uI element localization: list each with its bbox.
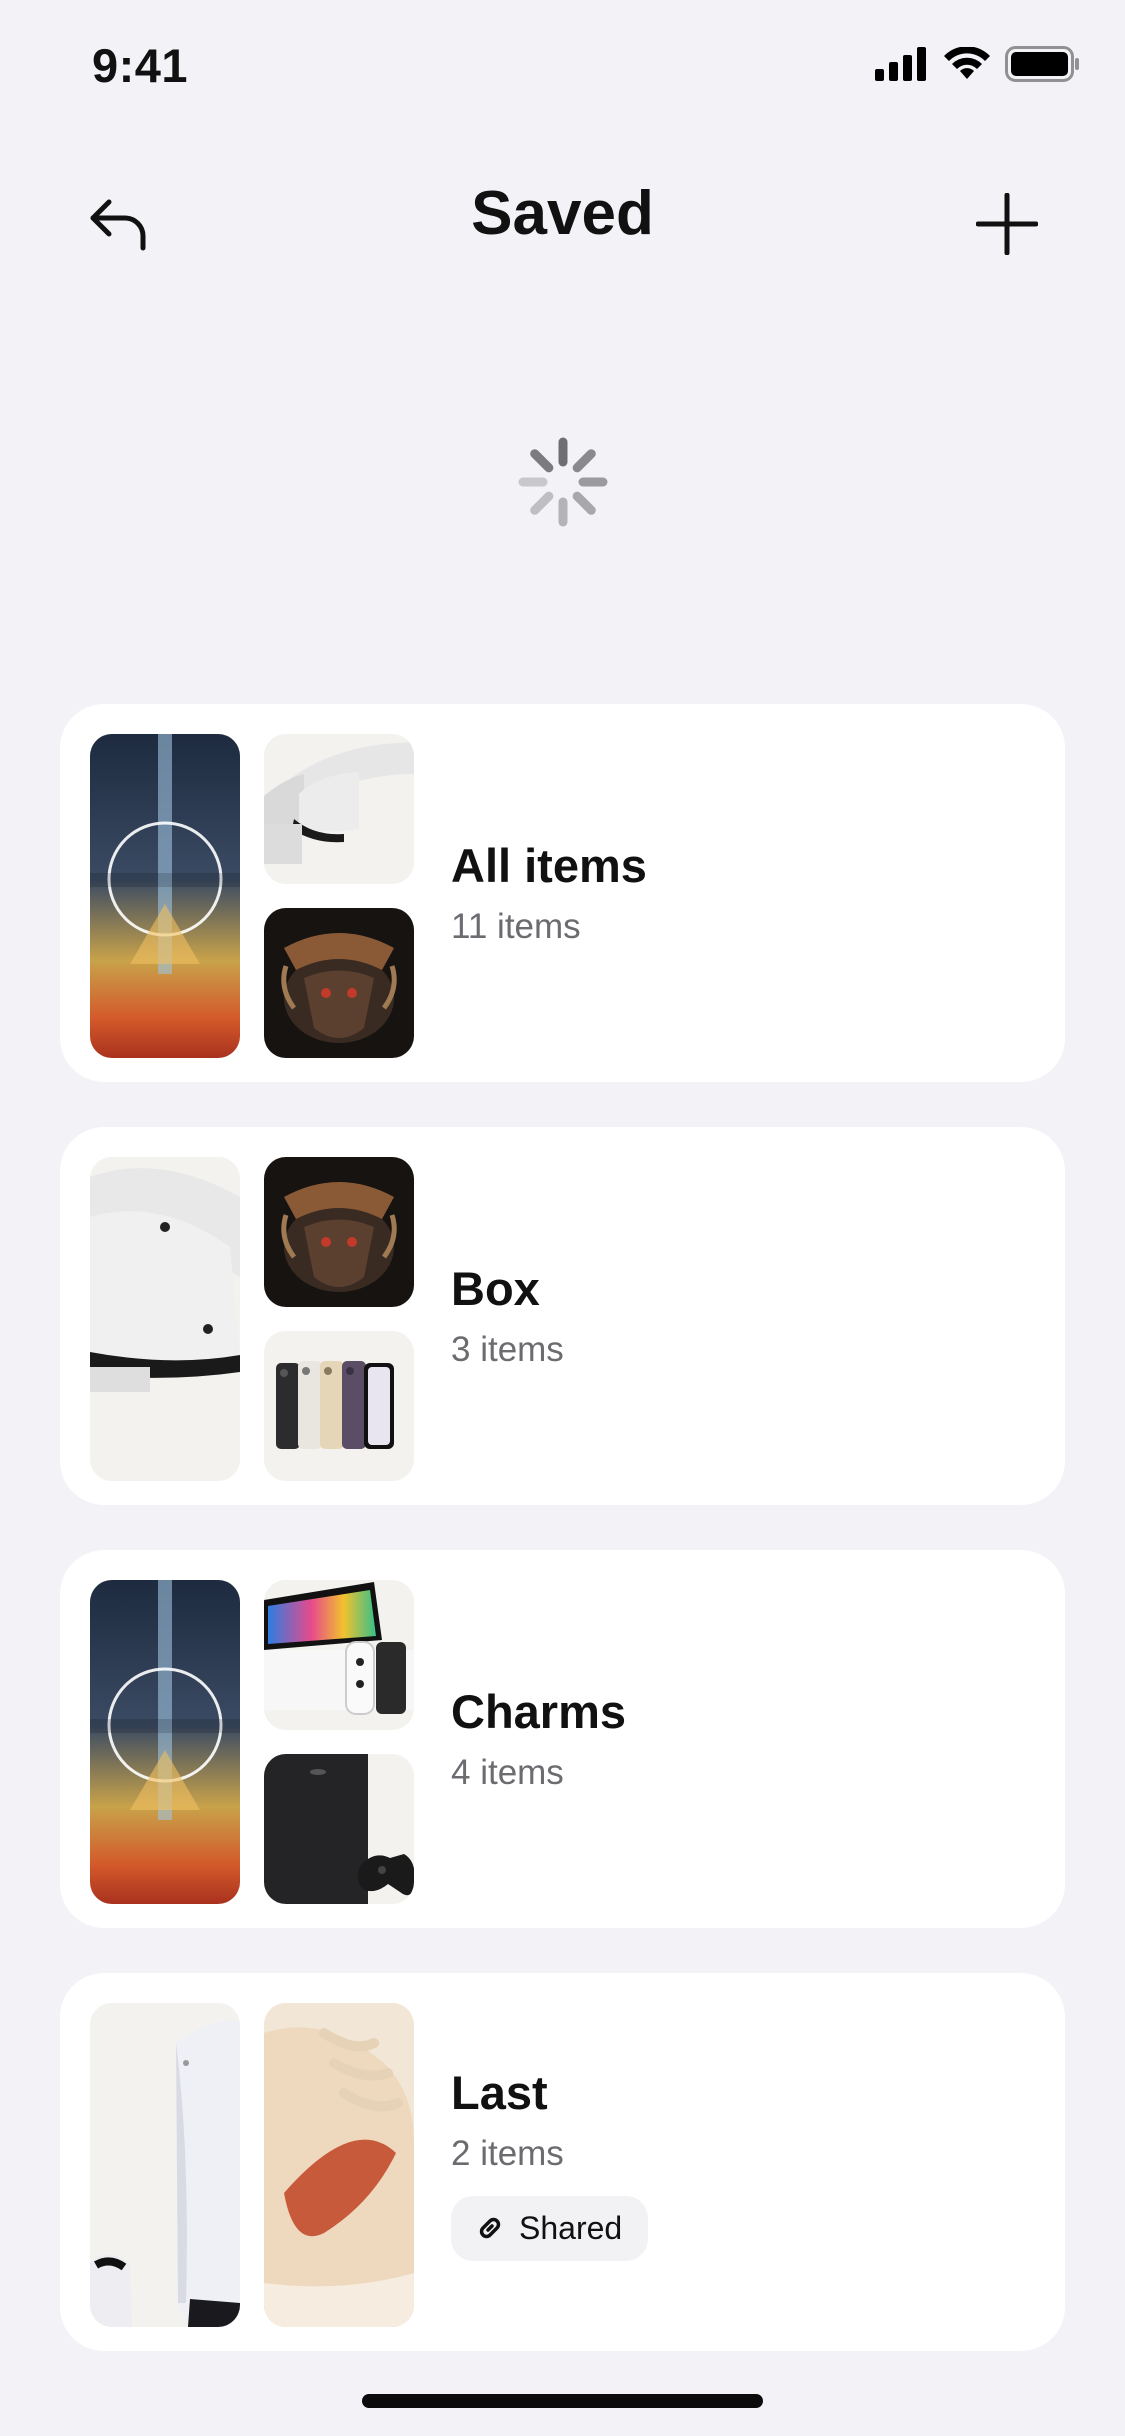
collection-card-charms[interactable]: Charms 4 items <box>60 1550 1065 1928</box>
shared-badge-label: Shared <box>519 2209 623 2246</box>
status-bar: 9:41 <box>0 0 1125 140</box>
iphone-lineup-thumbnail <box>264 1331 414 1481</box>
collection-card-box[interactable]: Box 3 items <box>60 1127 1065 1505</box>
collection-item-count: 2 items <box>451 2133 564 2173</box>
collection-title: Last <box>451 2065 548 2119</box>
collection-info: Box 3 items <box>451 1127 564 1505</box>
vr-headset-thumbnail <box>264 734 414 884</box>
xbox-series-x-thumbnail <box>264 1754 414 1904</box>
collection-info: Last 2 items Shared <box>451 1973 649 2351</box>
page-title: Saved <box>471 179 654 248</box>
collection-title: Box <box>451 1262 540 1315</box>
baldurs-gate-cover-thumbnail <box>264 908 414 1058</box>
spinner-icon <box>517 436 609 528</box>
switch-oled-thumbnail <box>264 1580 414 1730</box>
link-icon <box>475 2213 505 2243</box>
collection-item-count: 3 items <box>451 1330 564 1369</box>
baldurs-gate-cover-thumbnail <box>264 1157 414 1307</box>
status-time: 9:41 <box>92 39 189 92</box>
shared-badge[interactable]: Shared <box>451 2195 649 2261</box>
collection-info: Charms 4 items <box>451 1550 626 1928</box>
battery-icon <box>1005 46 1081 82</box>
sneaker-thumbnail <box>264 2003 414 2327</box>
collection-card-last[interactable]: Last 2 items Shared <box>60 1973 1065 2351</box>
status-icons <box>875 46 1081 82</box>
cellular-signal-icon <box>875 47 929 81</box>
collection-title: Charms <box>451 1685 627 1738</box>
collection-info: All items 11 items <box>451 704 647 1082</box>
ps5-console-thumbnail <box>90 2003 240 2327</box>
home-indicator[interactable] <box>362 2394 763 2408</box>
collection-item-count: 11 items <box>451 907 581 946</box>
add-collection-button[interactable] <box>967 184 1047 264</box>
collection-item-count: 4 items <box>451 1753 564 1792</box>
collection-card-all-items[interactable]: All items 11 items <box>60 704 1065 1082</box>
starfield-cover-thumbnail <box>90 734 240 1058</box>
loading-spinner <box>517 436 609 528</box>
plus-icon <box>976 193 1038 255</box>
collections-list: All items 11 items Box 3 items Charms 4 … <box>60 704 1065 2396</box>
nav-bar: Saved <box>0 160 1125 280</box>
collection-title: All items <box>451 839 647 892</box>
starfield-cover-thumbnail <box>90 1580 240 1904</box>
vr-headset-thumbnail <box>90 1157 240 1481</box>
wifi-icon <box>943 47 991 81</box>
